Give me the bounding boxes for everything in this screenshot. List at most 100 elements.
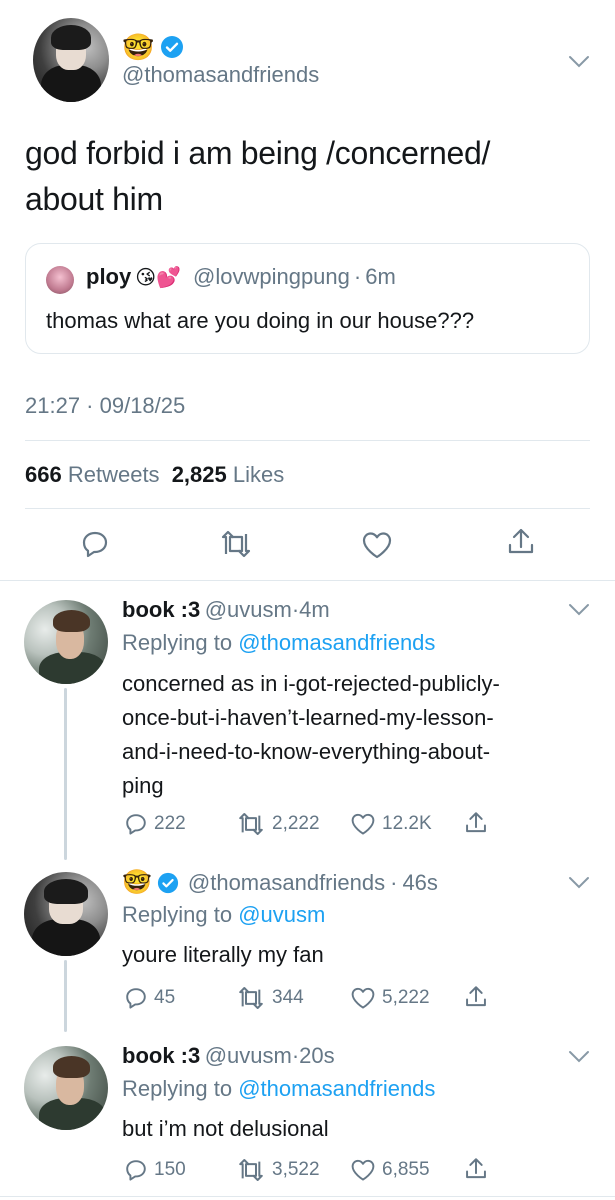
- chevron-down-icon[interactable]: [568, 603, 590, 617]
- reply-text-line: and-i-need-to-know-everything-about-: [122, 739, 491, 764]
- verified-badge-icon: [157, 872, 178, 893]
- share-icon[interactable]: [505, 526, 537, 558]
- like-count: 12.2K: [382, 813, 432, 834]
- avatar-thomas[interactable]: [24, 872, 108, 956]
- quote-header: ploy 😘💕 @lovwpingpung · 6m: [86, 264, 396, 290]
- avatar-book[interactable]: [24, 600, 108, 684]
- like-count-button[interactable]: 6,855: [350, 1158, 430, 1182]
- replying-to: Replying to @thomasandfriends: [122, 1076, 435, 1102]
- divider: [25, 508, 590, 509]
- thread-connector: [64, 688, 67, 860]
- tweet-timestamp: 21:27 · 09/18/25: [25, 393, 186, 418]
- reply-text-line: ping: [122, 773, 164, 798]
- chevron-down-icon[interactable]: [568, 55, 590, 69]
- divider: [0, 1196, 615, 1197]
- retweet-icon: [239, 813, 263, 835]
- divider: [25, 440, 590, 441]
- like-count-button[interactable]: 12.2K: [350, 812, 432, 836]
- reply-header: book :3 @uvusm·4m: [122, 597, 330, 623]
- retweet-count: 2,222: [272, 813, 320, 834]
- chevron-down-icon[interactable]: [568, 1050, 590, 1064]
- engagement-stats: 666 Retweets 2,825 Likes: [25, 462, 284, 488]
- likes-label[interactable]: Likes: [233, 462, 284, 487]
- reply-count-button[interactable]: 45: [124, 986, 175, 1010]
- replying-prefix: Replying to: [122, 630, 233, 655]
- reply-text-line: once-but-i-haven’t-learned-my-lesson-: [122, 705, 494, 730]
- like-count: 6,855: [382, 1159, 430, 1180]
- reply-text-line: youre literally my fan: [122, 942, 324, 967]
- reply-text-line: but i’m not delusional: [122, 1116, 329, 1141]
- reply-time: 46s: [402, 869, 438, 895]
- retweets-count[interactable]: 666: [25, 462, 62, 487]
- reply-count-button[interactable]: 150: [124, 1158, 186, 1182]
- nerd-emoji-icon: 🤓: [122, 869, 152, 896]
- share-icon[interactable]: [463, 810, 489, 836]
- divider: [0, 580, 615, 581]
- avatar-ploy: [46, 266, 74, 294]
- reply-count-button[interactable]: 222: [124, 812, 186, 836]
- reply-text: youre literally my fan: [122, 938, 324, 972]
- retweet-count-button[interactable]: 344: [236, 986, 304, 1010]
- reply-header: 🤓 @thomasandfriends · 46s: [122, 868, 438, 897]
- reply-handle[interactable]: @uvusm: [205, 597, 292, 622]
- reply-text-line: concerned as in i-got-rejected-publicly-: [122, 671, 500, 696]
- verified-badge-icon: [161, 36, 184, 58]
- reply-author-name[interactable]: book :3: [122, 1043, 200, 1068]
- share-icon[interactable]: [463, 1156, 489, 1182]
- quote-handle: @lovwpingpung: [193, 264, 350, 289]
- like-icon: [351, 987, 375, 1009]
- replying-to-link[interactable]: @thomasandfriends: [238, 630, 435, 655]
- quote-text: thomas what are you doing in our house??…: [46, 308, 475, 333]
- replying-prefix: Replying to: [122, 902, 233, 927]
- thread-connector: [64, 960, 67, 1032]
- retweet-count-button[interactable]: 2,222: [236, 812, 320, 836]
- quote-author-name: ploy: [86, 264, 132, 289]
- share-icon[interactable]: [463, 984, 489, 1010]
- like-icon: [351, 1159, 375, 1181]
- replying-to-link[interactable]: @thomasandfriends: [238, 1076, 435, 1101]
- main-handle[interactable]: @thomasandfriends: [122, 62, 319, 88]
- like-icon[interactable]: [361, 530, 393, 560]
- retweet-count: 344: [272, 987, 304, 1008]
- chevron-down-icon[interactable]: [568, 876, 590, 890]
- separator-dot: ·: [353, 264, 362, 289]
- retweet-icon: [239, 987, 263, 1009]
- reply-handle[interactable]: @uvusm: [205, 1043, 292, 1068]
- retweet-icon: [239, 1159, 263, 1181]
- reply-time: 4m: [299, 597, 330, 622]
- retweet-count: 3,522: [272, 1159, 320, 1180]
- avatar-book[interactable]: [24, 1046, 108, 1130]
- quote-time: 6m: [365, 264, 396, 289]
- avatar-thomas[interactable]: [33, 18, 109, 102]
- retweets-label[interactable]: Retweets: [68, 462, 160, 487]
- reply-time: 20s: [299, 1043, 335, 1068]
- reply-icon[interactable]: [80, 529, 110, 559]
- tweet-text: god forbid i am being /concerned/ about …: [25, 130, 595, 222]
- reply-header: book :3 @uvusm·20s: [122, 1043, 335, 1069]
- tweet-text-line1: god forbid i am being /concerned/: [25, 135, 491, 171]
- reply-icon: [126, 814, 146, 835]
- replying-to-link[interactable]: @uvusm: [238, 902, 325, 927]
- retweet-icon[interactable]: [218, 530, 254, 558]
- like-count-button[interactable]: 5,222: [350, 986, 430, 1010]
- nerd-emoji-icon: 🤓: [122, 32, 155, 62]
- replying-to: Replying to @uvusm: [122, 902, 325, 928]
- tweet-text-line2: about him: [25, 181, 163, 217]
- reply-count: 150: [154, 1159, 186, 1180]
- replying-prefix: Replying to: [122, 1076, 233, 1101]
- reply-icon: [126, 1160, 146, 1181]
- reply-author-name[interactable]: book :3: [122, 597, 200, 622]
- reply-text: but i’m not delusional: [122, 1112, 329, 1146]
- like-icon: [351, 813, 375, 835]
- author-row: 🤓: [122, 30, 184, 64]
- reply-count: 222: [154, 813, 186, 834]
- reply-icon: [126, 988, 146, 1009]
- separator-dot: ·: [390, 869, 398, 895]
- quote-emojis: 😘💕: [135, 266, 181, 289]
- replying-to: Replying to @thomasandfriends: [122, 630, 435, 656]
- reply-handle[interactable]: @thomasandfriends: [188, 870, 385, 896]
- likes-count[interactable]: 2,825: [172, 462, 227, 487]
- like-count: 5,222: [382, 987, 430, 1008]
- retweet-count-button[interactable]: 3,522: [236, 1158, 320, 1182]
- quoted-tweet[interactable]: ploy 😘💕 @lovwpingpung · 6m thomas what a…: [25, 243, 590, 354]
